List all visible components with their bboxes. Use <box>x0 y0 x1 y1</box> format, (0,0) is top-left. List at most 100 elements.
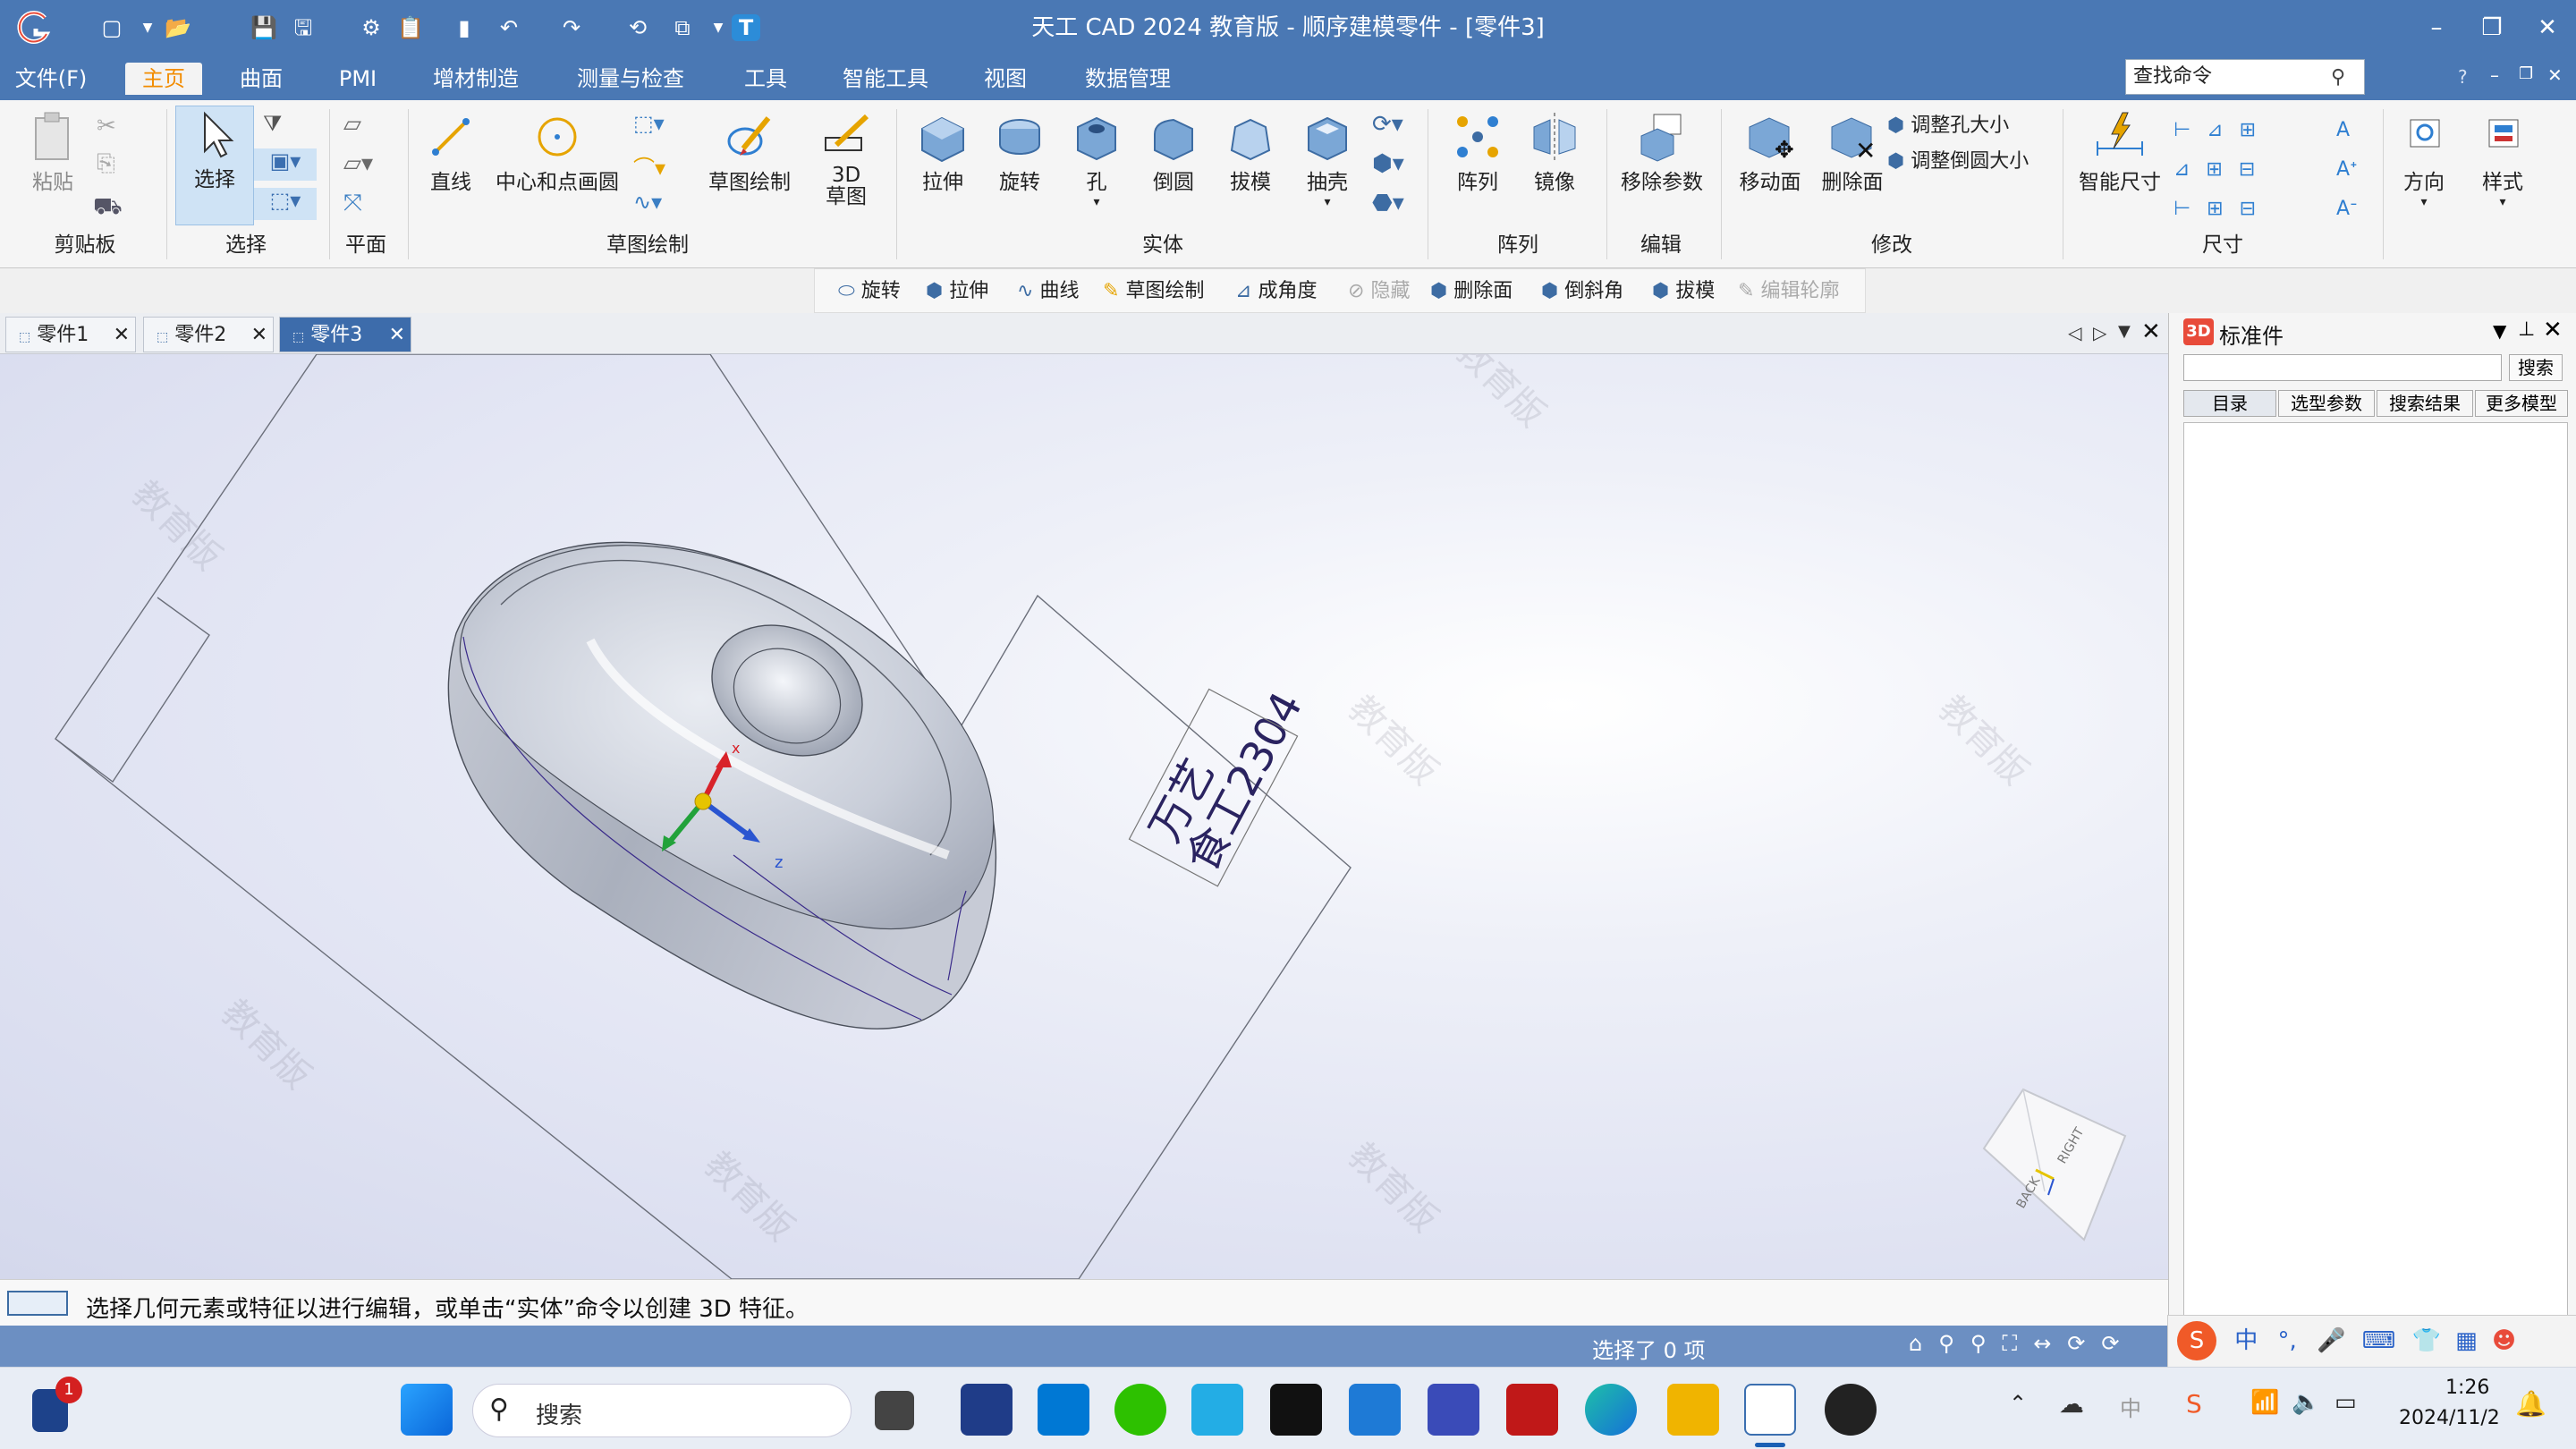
menu-pmi[interactable]: PMI <box>324 63 392 95</box>
terminal-icon[interactable] <box>1270 1384 1322 1436</box>
tray-expand-icon[interactable]: ⌃ <box>2009 1391 2027 1416</box>
direction-button[interactable]: 方向 ▾ <box>2390 109 2458 209</box>
panel-pin-icon[interactable]: ⊥ <box>2518 318 2535 341</box>
open-file-icon[interactable]: 📂 <box>161 11 195 45</box>
paste-button[interactable]: 粘贴 <box>13 109 93 195</box>
sketch-draw-button[interactable]: 草图绘制 <box>703 109 796 195</box>
menu-view[interactable]: 视图 <box>970 63 1041 95</box>
thin-wall-icon[interactable]: ⟳▾ <box>1372 111 1403 138</box>
dimension-tools-icon[interactable]: ⊢⊿⊞ ⊿⊞⊟ ⊢⊞⊟ <box>2174 111 2334 229</box>
rectangle-icon[interactable]: ⬚▾ <box>633 111 665 136</box>
sketch-annotation[interactable]: 万艺 食工2304 <box>1128 660 1313 887</box>
resize-round-button[interactable]: ⬢ 调整倒圆大小 <box>1887 145 2029 174</box>
tab-next-icon[interactable]: ▷ <box>2093 322 2106 343</box>
format-painter-icon[interactable]: ⛟ <box>93 193 123 224</box>
panel-icon[interactable]: ▮ <box>447 11 481 45</box>
tab-list-icon[interactable]: ▼ <box>2118 322 2131 341</box>
panel-tab-results[interactable]: 搜索结果 <box>2377 390 2473 417</box>
delete-face-button[interactable]: ✕ 删除面 <box>1812 109 1893 195</box>
feature-delete-face[interactable]: ⬢ 删除面 <box>1430 276 1513 307</box>
pattern-button[interactable]: 阵列 <box>1442 109 1513 195</box>
command-search-input[interactable]: 查找命令 <box>2125 59 2365 95</box>
revolve-button[interactable]: 旋转 <box>984 109 1055 195</box>
new-file-icon[interactable]: ▢ <box>95 11 129 45</box>
panel-tab-catalog[interactable]: 目录 <box>2183 390 2276 417</box>
round-button[interactable]: 倒圆 <box>1138 109 1209 195</box>
close-tab-icon[interactable]: ✕ <box>251 318 267 353</box>
window-icon[interactable]: ⧉ <box>665 11 699 45</box>
feature-sketch[interactable]: ✎ 草图绘制 <box>1103 276 1204 307</box>
feature-draft[interactable]: ⬢ 拔模 <box>1652 276 1715 307</box>
coordinate-system-icon[interactable]: ⤧ <box>343 190 362 217</box>
cut-icon[interactable]: ✂ <box>97 113 116 140</box>
bilibili-icon[interactable] <box>1191 1384 1243 1436</box>
add-body-icon[interactable]: ⬢▾ <box>1372 150 1404 177</box>
tab-part2[interactable]: ⬚ 零件2 ✕ <box>143 317 274 352</box>
notification-bell-icon[interactable]: 🔔 <box>2515 1389 2546 1419</box>
shell-button[interactable]: 抽壳 ▾ <box>1292 109 1363 209</box>
tiangong-cad-icon[interactable] <box>1744 1384 1796 1436</box>
customize-icon[interactable]: ▼ <box>701 11 735 45</box>
windows-start-icon[interactable] <box>401 1384 453 1436</box>
volume-icon[interactable]: 🔈 <box>2292 1389 2320 1416</box>
devhome-icon[interactable] <box>961 1384 1013 1436</box>
tray-ime-label[interactable]: 中 <box>2120 1391 2141 1422</box>
style-button[interactable]: 样式 ▾ <box>2469 109 2537 209</box>
tab-part3[interactable]: ⬚ 零件3 ✕ <box>279 317 411 352</box>
help-icon[interactable]: ? <box>2458 66 2468 88</box>
close-button[interactable]: ✕ <box>2521 9 2574 47</box>
text-tool-icon[interactable]: T <box>732 14 760 41</box>
wechat-icon[interactable] <box>1114 1384 1166 1436</box>
smart-dimension-button[interactable]: 智能尺寸 <box>2073 109 2166 195</box>
copy-icon[interactable]: ⎘ <box>97 150 115 178</box>
menu-surface[interactable]: 曲面 <box>225 63 297 95</box>
minimize-button[interactable]: – <box>2410 9 2463 47</box>
save-icon[interactable]: 💾 <box>247 11 281 45</box>
panel-tab-params[interactable]: 选型参数 <box>2278 390 2375 417</box>
app-logo-icon[interactable] <box>13 7 54 48</box>
part-body[interactable] <box>447 541 997 1030</box>
close-doc-icon[interactable]: ✕ <box>2141 318 2161 345</box>
vscode-icon[interactable] <box>1349 1384 1401 1436</box>
feature-extrude[interactable]: ⬢ 拉伸 <box>926 276 988 307</box>
restore-button[interactable]: ❐ <box>2465 9 2519 47</box>
mirror-button[interactable]: 镜像 <box>1519 109 1590 195</box>
clipboard-icon[interactable]: 📋 <box>394 11 428 45</box>
menu-tools[interactable]: 工具 <box>730 63 801 95</box>
remove-params-button[interactable]: 移除参数 <box>1615 109 1708 195</box>
curve-icon[interactable]: ∿▾ <box>633 190 662 215</box>
save-as-icon[interactable]: 🖫 <box>286 11 320 45</box>
feature-chamfer[interactable]: ⬢ 倒斜角 <box>1541 276 1623 307</box>
hole-button[interactable]: 孔 ▾ <box>1061 109 1132 209</box>
circle-button[interactable]: 中心和点画圆 <box>490 109 624 195</box>
draft-button[interactable]: 拔模 <box>1215 109 1286 195</box>
style-dropdown-icon[interactable]: ▾ <box>2469 195 2537 209</box>
arc-icon[interactable]: ⌒▾ <box>633 150 665 182</box>
feature-edit-profile[interactable]: ✎ 编辑轮廓 <box>1738 276 1839 307</box>
edge-icon[interactable] <box>1585 1384 1637 1436</box>
sogou-tray-icon[interactable]: S <box>2186 1389 2202 1419</box>
menu-smart-tools[interactable]: 智能工具 <box>830 63 941 95</box>
clock-date[interactable]: 2024/11/2 <box>2399 1407 2500 1429</box>
plane-parallel-icon[interactable]: ▱▾ <box>343 150 373 177</box>
hole-dropdown-icon[interactable]: ▾ <box>1061 195 1132 209</box>
feature-angled[interactable]: ⊿ 成角度 <box>1235 276 1317 307</box>
feature-hide[interactable]: ⊘ 隐藏 <box>1348 276 1410 307</box>
select-box-icon[interactable]: ▣▾ <box>254 148 317 181</box>
onedrive-icon[interactable]: ☁ <box>2059 1389 2084 1419</box>
feature-revolve[interactable]: ⬭ 旋转 <box>838 276 901 307</box>
select-region-icon[interactable]: ⬚▾ <box>254 188 317 220</box>
close-tab-icon[interactable]: ✕ <box>389 318 405 353</box>
wifi-icon[interactable]: 📶 <box>2250 1389 2279 1416</box>
settings-icon[interactable]: ⚙ <box>354 11 388 45</box>
redo-icon[interactable]: ↷ <box>555 11 589 45</box>
undo-all-icon[interactable]: ⟲ <box>621 11 655 45</box>
menu-home[interactable]: 主页 <box>125 63 202 95</box>
task-view-icon[interactable] <box>875 1391 914 1430</box>
panel-menu-icon[interactable]: ▼ <box>2493 320 2506 342</box>
plane-icon[interactable]: ▱ <box>343 111 361 138</box>
view-tools-icon[interactable]: ⌂⚲⚲⛶↔⟳⟳ <box>1909 1331 2136 1356</box>
mathtype-icon[interactable] <box>1428 1384 1479 1436</box>
qq-icon[interactable] <box>1825 1384 1877 1436</box>
panel-search-input[interactable] <box>2183 354 2502 381</box>
